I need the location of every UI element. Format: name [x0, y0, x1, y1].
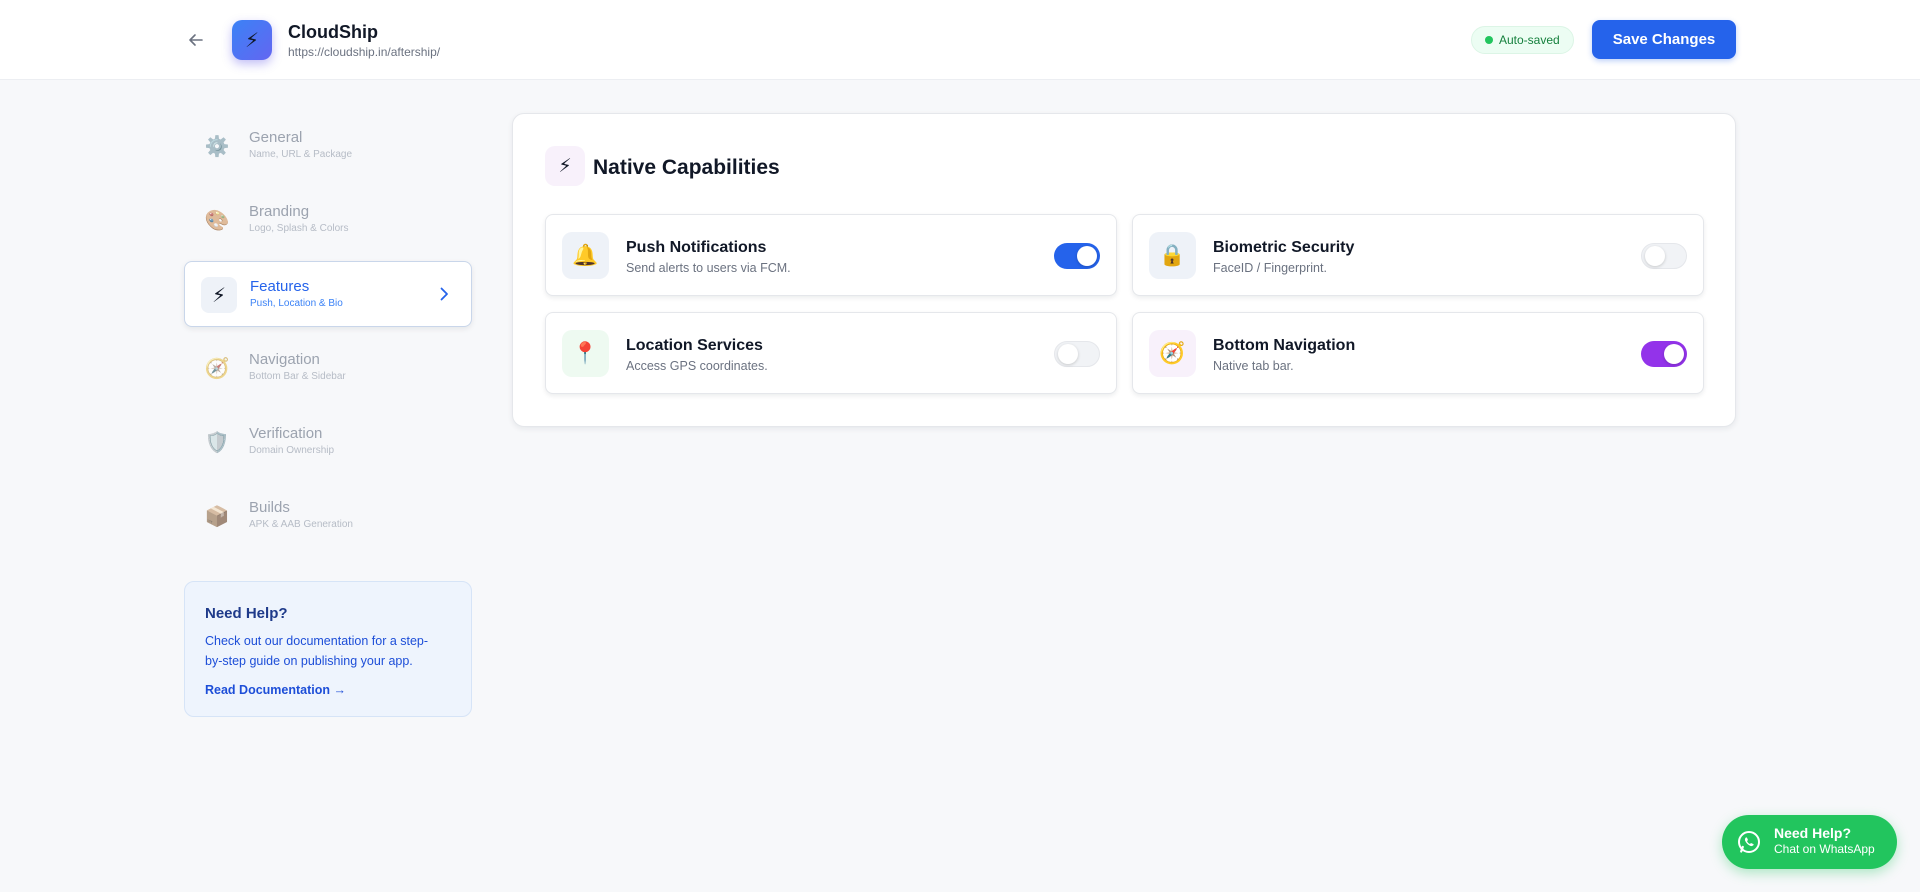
sidebar-item-features[interactable]: ⚡ Features Push, Location & Bio [184, 261, 472, 327]
bottom-navigation-toggle[interactable] [1641, 341, 1687, 367]
location-services-toggle[interactable] [1054, 341, 1100, 367]
sidebar-item-verification[interactable]: 🛡️ Verification Domain Ownership [184, 409, 472, 475]
arrow-left-icon [189, 34, 203, 46]
section-title: Native Capabilities [593, 156, 780, 179]
capability-title: Location Services [626, 337, 763, 354]
capability-title: Push Notifications [626, 239, 767, 256]
app-title: CloudShip [288, 22, 378, 42]
status-dot-icon [1485, 36, 1493, 44]
capability-card-bottom-navigation: 🧭 Bottom Navigation Native tab bar. [1132, 312, 1704, 394]
autosave-label: Auto-saved [1499, 33, 1560, 47]
whatsapp-subtitle: Chat on WhatsApp [1774, 842, 1875, 856]
app-url: https://cloudship.in/aftership/ [288, 45, 441, 59]
sidebar-item-subtitle: Logo, Splash & Colors [249, 223, 349, 234]
biometric-security-toggle[interactable] [1641, 243, 1687, 269]
toggle-knob [1058, 344, 1078, 364]
sidebar-item-label: Builds [249, 499, 290, 516]
capability-card-location-services: 📍 Location Services Access GPS coordinat… [545, 312, 1117, 394]
toggle-knob [1645, 246, 1665, 266]
capability-description: Native tab bar. [1213, 359, 1294, 373]
sidebar-item-label: Navigation [249, 351, 320, 368]
help-text: Check out our documentation for a step-b… [205, 634, 429, 668]
capability-card-biometric-security: 🔒 Biometric Security FaceID / Fingerprin… [1132, 214, 1704, 296]
gear-icon: ⚙️ [204, 135, 230, 158]
back-button[interactable] [182, 26, 210, 54]
sidebar-item-subtitle: Push, Location & Bio [250, 298, 343, 309]
lock-icon: 🔒 [1149, 232, 1196, 279]
bell-icon: 🔔 [562, 232, 609, 279]
sidebar-item-label: General [249, 129, 303, 146]
push-notifications-toggle[interactable] [1054, 243, 1100, 269]
capability-description: FaceID / Fingerprint. [1213, 261, 1327, 275]
capability-card-push-notifications: 🔔 Push Notifications Send alerts to user… [545, 214, 1117, 296]
app-logo: ⚡ [232, 20, 272, 60]
sidebar-item-branding[interactable]: 🎨 Branding Logo, Splash & Colors [184, 187, 472, 253]
package-icon: 📦 [204, 505, 230, 528]
toggle-knob [1077, 246, 1097, 266]
top-bar: ⚡ CloudShip https://cloudship.in/aftersh… [0, 0, 1920, 80]
sidebar-item-subtitle: Domain Ownership [249, 445, 335, 456]
capability-title: Biometric Security [1213, 239, 1355, 256]
compass-icon: 🧭 [1149, 330, 1196, 377]
capability-title: Bottom Navigation [1213, 337, 1356, 354]
sidebar-item-builds[interactable]: 📦 Builds APK & AAB Generation [184, 483, 472, 549]
sidebar-item-label: Features [250, 278, 310, 295]
shield-icon: 🛡️ [204, 431, 230, 454]
whatsapp-help-button[interactable]: Need Help? Chat on WhatsApp [1722, 815, 1897, 869]
autosave-badge: Auto-saved [1471, 26, 1574, 54]
lightning-icon: ⚡ [201, 277, 237, 313]
whatsapp-icon [1738, 831, 1760, 853]
palette-icon: 🎨 [204, 209, 230, 232]
lightning-icon: ⚡ [244, 29, 260, 52]
pin-icon: 📍 [562, 330, 609, 377]
capability-description: Access GPS coordinates. [626, 359, 768, 373]
save-changes-button[interactable]: Save Changes [1592, 20, 1736, 59]
sidebar-item-label: Verification [249, 425, 323, 442]
sidebar-item-subtitle: APK & AAB Generation [249, 519, 353, 530]
compass-icon: 🧭 [204, 357, 230, 380]
sidebar-item-label: Branding [249, 203, 310, 220]
sidebar-item-navigation[interactable]: 🧭 Navigation Bottom Bar & Sidebar [184, 335, 472, 401]
sidebar-item-general[interactable]: ⚙️ General Name, URL & Package [184, 113, 472, 179]
chevron-right-icon [440, 287, 448, 301]
sidebar-item-subtitle: Name, URL & Package [249, 149, 353, 160]
help-card: Need Help? Check out our documentation f… [184, 581, 472, 717]
read-documentation-link[interactable]: Read Documentation → [205, 683, 346, 697]
whatsapp-title: Need Help? [1774, 825, 1852, 841]
sidebar-item-subtitle: Bottom Bar & Sidebar [249, 371, 346, 382]
toggle-knob [1664, 344, 1684, 364]
lightning-icon: ⚡ [545, 146, 585, 186]
help-title: Need Help? [205, 605, 288, 622]
native-capabilities-panel: ⚡ Native Capabilities 🔔 Push Notificatio… [512, 113, 1736, 427]
capability-description: Send alerts to users via FCM. [626, 261, 791, 275]
